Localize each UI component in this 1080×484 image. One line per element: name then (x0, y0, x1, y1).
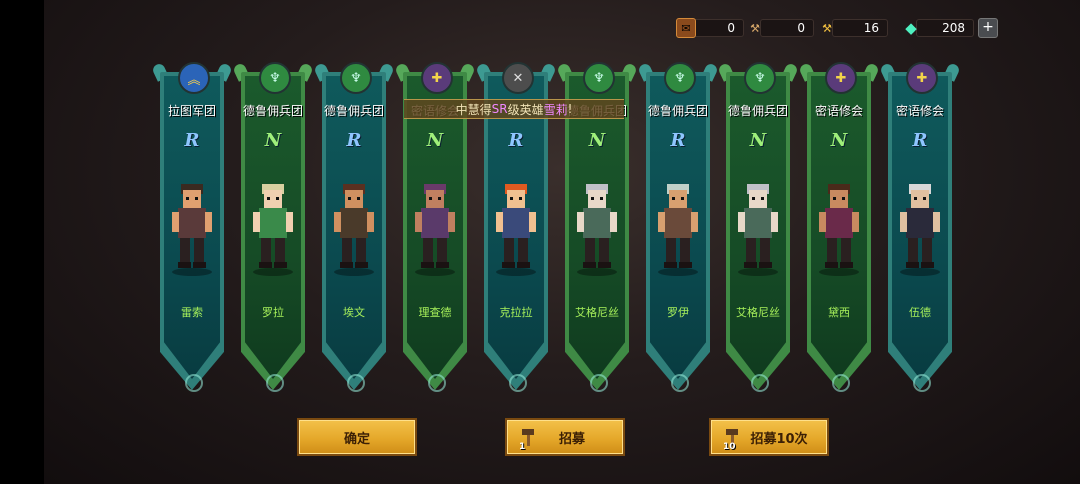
banner-swirl-ornament (751, 374, 769, 392)
resource-value: 208 (916, 19, 974, 37)
banner-swirl-ornament (832, 374, 850, 392)
dragon-crest-icon: ♆ (664, 62, 696, 94)
hero-portrait (900, 184, 940, 276)
hero-name: 伍德 (909, 306, 931, 319)
resource-hammer: ⚒ 0 (746, 18, 814, 38)
hero-name: 埃文 (343, 306, 365, 319)
banner-swirl-ornament (913, 374, 931, 392)
banner-swirl-ornament (428, 374, 446, 392)
hero-portrait (658, 184, 698, 276)
hero-name: 克拉拉 (499, 306, 533, 319)
dragon-crest-icon: ♆ (583, 62, 615, 94)
faction-label: 德鲁佣兵团 (242, 104, 303, 118)
recruit-one-label: 招募 (558, 431, 585, 447)
banner-swirl-ornament (590, 374, 608, 392)
dragon-crest-icon: ♆ (259, 62, 291, 94)
faction-label: 密语修会 (814, 104, 863, 118)
hero-portrait (253, 184, 293, 276)
left-letterbox (0, 0, 44, 484)
grade-label: N (426, 130, 444, 151)
banner-swirl-ornament (671, 374, 689, 392)
rank-chevron-icon: ︽ (178, 62, 210, 94)
hero-portrait (334, 184, 374, 276)
banner-swirl-ornament (509, 374, 527, 392)
resource-golden-hammer: ⚒ 16 (818, 18, 888, 38)
hero-name: 艾格尼丝 (575, 306, 619, 319)
recruit-count: 10 (723, 442, 736, 452)
hero-card[interactable]: ♆ 德鲁佣兵团 N 艾格尼丝 (717, 62, 799, 398)
scroll-icon: ✉ (676, 18, 696, 38)
banner-swirl-ornament (185, 374, 203, 392)
hero-name: 罗拉 (262, 306, 284, 319)
hero-card[interactable]: ✚ 密语修会 N 黛西 (798, 62, 880, 398)
hero-name: 罗伊 (667, 306, 689, 319)
golden-hammer-icon: ⚒ (822, 21, 832, 35)
hero-name: 艾格尼丝 (736, 306, 780, 319)
grade-label: R (184, 130, 200, 151)
notice-hero: 雪莉 (543, 102, 568, 117)
hero-name: 理查德 (418, 306, 452, 319)
faction-label: 拉图军团 (167, 104, 216, 118)
confirm-label: 确定 (343, 431, 370, 447)
hammer-icon: ⚒ (750, 21, 760, 35)
holy-cross-icon: ✚ (421, 62, 453, 94)
holy-cross-icon: ✚ (906, 62, 938, 94)
recruit-ten-label: 招募10次 (750, 431, 808, 447)
grade-label: R (346, 130, 362, 151)
dragon-crest-icon: ♆ (744, 62, 776, 94)
recruit-ten-button[interactable]: 10 招募10次 (709, 418, 829, 456)
hero-card[interactable]: ︽ 拉图军团 R 雷索 (151, 62, 233, 398)
grade-label: N (749, 130, 767, 151)
grade-label: N (264, 130, 282, 151)
add-gem-button[interactable]: + (978, 18, 998, 38)
faction-label: 德鲁佣兵团 (323, 104, 384, 118)
grade-label: R (912, 130, 928, 151)
notice-middle: 级英雄 (507, 102, 544, 117)
dragon-crest-icon: ♆ (340, 62, 372, 94)
faction-label: 德鲁佣兵团 (727, 104, 788, 118)
grade-label: N (830, 130, 848, 151)
hero-card[interactable]: ✚ 密语修会 R 伍德 (879, 62, 961, 398)
resource-value: 0 (692, 19, 744, 37)
resource-value: 0 (760, 19, 814, 37)
faction-label: 德鲁佣兵团 (647, 104, 708, 118)
hero-portrait (172, 184, 212, 276)
confirm-button[interactable]: 确定 (297, 418, 417, 456)
hero-portrait (819, 184, 859, 276)
banner-swirl-ornament (266, 374, 284, 392)
resource-gem: ◆ 208 + (902, 18, 998, 38)
notice-prefix: 中慧得 (455, 102, 492, 117)
grade-label: R (508, 130, 524, 151)
hero-card[interactable]: ♆ 德鲁佣兵团 N 罗拉 (232, 62, 314, 398)
hero-card[interactable]: ♆ 德鲁佣兵团 R 埃文 (313, 62, 395, 398)
gem-icon: ◆ (905, 19, 917, 37)
hero-portrait (415, 184, 455, 276)
faction-label: 密语修会 (895, 104, 944, 118)
grade-label: R (670, 130, 686, 151)
grade-label: N (588, 130, 606, 151)
hero-portrait (577, 184, 617, 276)
resource-value: 16 (832, 19, 888, 37)
crossed-swords-icon: ✕ (502, 62, 534, 94)
hero-portrait (738, 184, 778, 276)
recruit-count: 1 (519, 442, 526, 452)
hero-name: 雷索 (181, 306, 203, 319)
recruit-notice: 中慧得 SR 级英雄 雪莉 ! (404, 99, 624, 119)
hero-portrait (496, 184, 536, 276)
holy-cross-icon: ✚ (825, 62, 857, 94)
notice-grade: SR (491, 102, 508, 116)
recruit-one-button[interactable]: 1 招募 (505, 418, 625, 456)
resource-scroll: ✉ 0 (676, 18, 744, 38)
hero-card[interactable]: ♆ 德鲁佣兵团 R 罗伊 (637, 62, 719, 398)
hero-name: 黛西 (828, 306, 850, 319)
banner-swirl-ornament (347, 374, 365, 392)
notice-suffix: ! (567, 102, 573, 116)
